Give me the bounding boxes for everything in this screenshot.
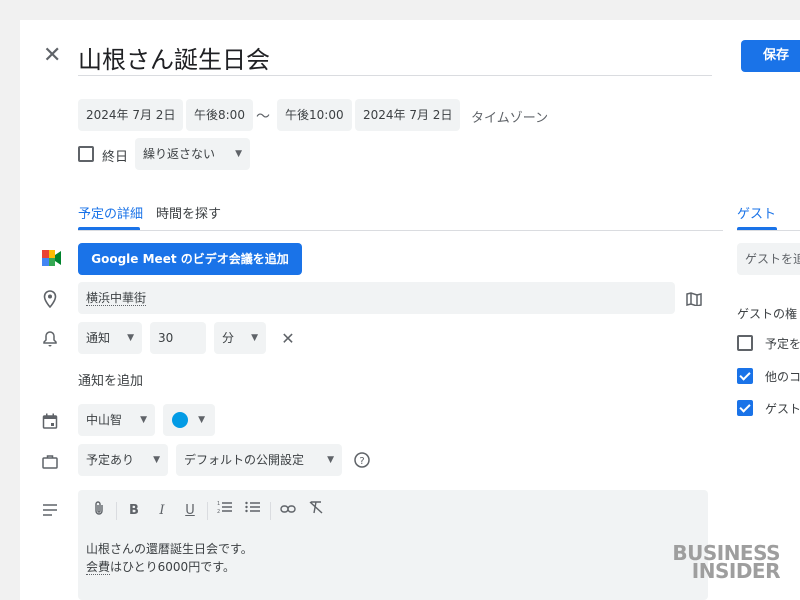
business-insider-logo: BUSINESS INSIDER xyxy=(672,543,780,581)
guest-input-placeholder: ゲストを追 xyxy=(745,252,800,266)
svg-text:2: 2 xyxy=(217,509,220,514)
notification-amount-input[interactable]: 30 xyxy=(150,322,206,354)
description-line-2-rest: はひとり6000円です。 xyxy=(110,560,235,574)
notification-type-label: 通知 xyxy=(86,331,111,345)
description-line-2-prefix: 会費 xyxy=(86,560,111,575)
description-line-1: 山根さんの還暦誕生日会です。 xyxy=(86,542,253,556)
bold-icon[interactable]: B xyxy=(123,500,145,522)
chevron-down-icon: ▼ xyxy=(127,333,134,343)
time-separator: 〜 xyxy=(256,109,270,125)
availability-label: 予定あり xyxy=(86,453,135,467)
italic-icon[interactable]: I xyxy=(151,500,173,522)
end-time-field[interactable]: 午後10:00 xyxy=(277,99,352,131)
tab-find-time[interactable]: 時間を探す xyxy=(156,203,221,233)
visibility-label: デフォルトの公開設定 xyxy=(184,453,305,467)
save-button[interactable]: 保存 xyxy=(741,40,800,72)
notification-unit-label: 分 xyxy=(222,331,235,345)
all-day-checkbox[interactable] xyxy=(78,146,94,162)
bell-icon xyxy=(40,329,60,349)
guest-permission-label-3: ゲスト xyxy=(765,402,800,416)
numbered-list-icon[interactable]: 12 xyxy=(214,500,236,522)
clear-formatting-icon[interactable] xyxy=(305,500,327,522)
toolbar-separator xyxy=(116,502,117,520)
repeat-label: 繰り返さない xyxy=(143,147,216,161)
remove-notification-icon[interactable]: ✕ xyxy=(278,328,298,348)
link-icon[interactable] xyxy=(277,500,299,522)
underline-icon[interactable]: U xyxy=(179,500,201,522)
guest-input[interactable]: ゲストを追 xyxy=(737,243,800,275)
guest-permission-checkbox-1[interactable] xyxy=(737,335,753,351)
add-notification-link[interactable]: 通知を追加 xyxy=(78,370,143,389)
location-pin-icon xyxy=(40,289,60,309)
description-line-2: 会費はひとり6000円です。 xyxy=(86,558,235,575)
map-icon[interactable] xyxy=(684,289,704,309)
chevron-down-icon: ▼ xyxy=(140,415,147,425)
notification-type-dropdown[interactable]: 通知 ▼ xyxy=(78,322,142,354)
location-input[interactable]: 横浜中華街 xyxy=(78,282,675,314)
chevron-down-icon: ▼ xyxy=(251,333,258,343)
guest-permission-label-1: 予定を xyxy=(765,337,800,351)
visibility-dropdown[interactable]: デフォルトの公開設定 ▼ xyxy=(176,444,342,476)
event-color-swatch xyxy=(172,412,188,428)
all-day-label: 終日 xyxy=(102,150,129,165)
repeat-dropdown[interactable]: 繰り返さない ▼ xyxy=(135,138,250,170)
guest-permission-checkbox-3[interactable] xyxy=(737,400,753,416)
calendar-icon xyxy=(40,411,60,431)
guest-permission-checkbox-2[interactable] xyxy=(737,368,753,384)
guest-permissions-title: ゲストの権 xyxy=(737,307,798,321)
chevron-down-icon: ▼ xyxy=(198,415,205,425)
availability-dropdown[interactable]: 予定あり ▼ xyxy=(78,444,168,476)
chevron-down-icon: ▼ xyxy=(153,455,160,465)
end-date-field[interactable]: 2024年 7月 2日 xyxy=(355,99,461,131)
svg-text:?: ? xyxy=(359,456,364,467)
event-color-dropdown[interactable]: ▼ xyxy=(163,404,215,436)
google-meet-icon xyxy=(42,250,62,266)
svg-text:1: 1 xyxy=(217,501,220,507)
toolbar-separator xyxy=(270,502,271,520)
tabs-divider xyxy=(78,230,723,231)
calendar-owner-dropdown[interactable]: 中山智 ▼ xyxy=(78,404,155,436)
guest-permission-label-2: 他のコ xyxy=(765,370,800,384)
help-icon[interactable]: ? xyxy=(352,450,372,470)
timezone-link[interactable]: タイムゾーン xyxy=(471,107,548,126)
event-title-input[interactable]: 山根さん誕生日会 xyxy=(78,36,712,76)
add-google-meet-button[interactable]: Google Meet のビデオ会議を追加 xyxy=(78,243,302,275)
start-time-field[interactable]: 午後8:00 xyxy=(186,99,253,131)
notification-unit-dropdown[interactable]: 分 ▼ xyxy=(214,322,266,354)
close-icon[interactable]: ✕ xyxy=(43,44,63,68)
chevron-down-icon: ▼ xyxy=(235,149,242,159)
description-icon xyxy=(40,500,60,520)
attachment-icon[interactable] xyxy=(88,500,110,522)
formatting-toolbar: B I U 12 xyxy=(88,500,327,522)
briefcase-icon xyxy=(40,451,60,471)
calendar-owner-label: 中山智 xyxy=(86,413,123,427)
bulleted-list-icon[interactable] xyxy=(242,500,264,522)
start-date-field[interactable]: 2024年 7月 2日 xyxy=(78,99,184,131)
guests-divider xyxy=(737,230,800,231)
toolbar-separator xyxy=(207,502,208,520)
chevron-down-icon: ▼ xyxy=(327,455,334,465)
location-value: 横浜中華街 xyxy=(86,291,147,306)
